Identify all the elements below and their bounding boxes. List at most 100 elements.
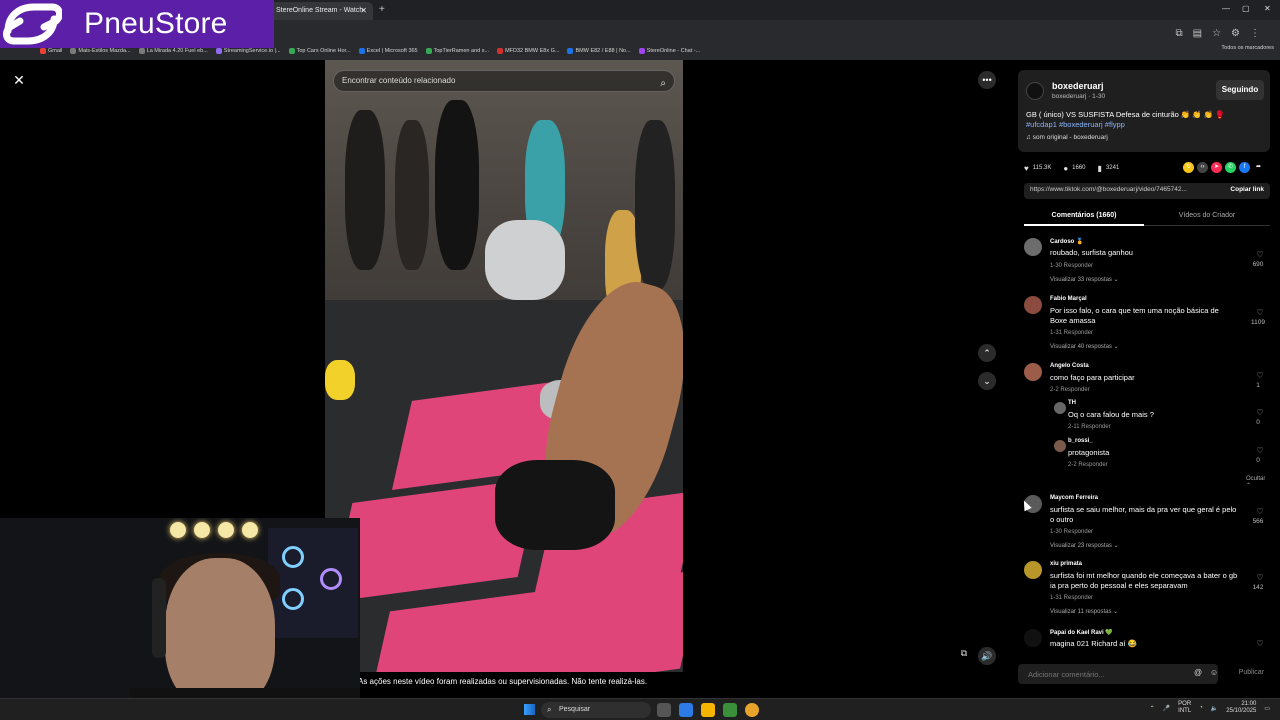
bookmark-icon[interactable]: ▮ [1098, 164, 1102, 173]
store-icon[interactable] [723, 703, 737, 717]
comment-meta[interactable]: 1-30 Responder [1050, 529, 1093, 535]
bookmark-item[interactable]: StereOnline - Chat -... [638, 45, 700, 57]
heart-icon[interactable]: ♡ [1250, 639, 1270, 648]
speaker-icon[interactable]: 🔈 [1211, 705, 1218, 712]
minimize-icon[interactable]: — [1222, 4, 1230, 13]
comment-input[interactable] [1018, 664, 1218, 684]
comment-username[interactable]: TH [1068, 400, 1076, 406]
comment-username[interactable]: Maycom Ferreira [1050, 495, 1098, 501]
tab-close-icon[interactable]: ✕ [360, 2, 367, 20]
picture-in-picture-icon[interactable]: ⧉ [957, 648, 971, 662]
facebook-icon[interactable]: f [1239, 162, 1250, 173]
avatar[interactable] [1054, 402, 1066, 414]
menu-icon[interactable]: ⋮ [1250, 28, 1260, 39]
bookmark-item[interactable]: MFD32 BMW E8x G... [497, 45, 559, 57]
heart-icon[interactable]: ♥ [1024, 164, 1029, 173]
whatsapp-icon[interactable]: ✆ [1225, 162, 1236, 173]
avatar[interactable] [1024, 296, 1042, 314]
send-icon[interactable]: ➤ [1211, 162, 1222, 173]
next-video-icon[interactable]: ⌄ [978, 372, 996, 390]
avatar[interactable] [1024, 363, 1042, 381]
previous-video-icon[interactable]: ⌃ [978, 344, 996, 362]
caption-hashtags[interactable]: #ufcdap1 #boxederuarj #flypp [1026, 120, 1125, 129]
comment-like-count: 0 [1256, 457, 1260, 464]
comment-like-count: 0 [1256, 419, 1260, 426]
bookmark-item[interactable]: BMW E82 / E88 | No... [567, 45, 631, 57]
view-replies[interactable]: Visualizar 40 respostas ⌄ [1050, 343, 1119, 350]
translate-icon[interactable]: ▤ [1193, 28, 1202, 39]
chevron-up-icon[interactable]: ⌃ [1150, 705, 1155, 712]
tab-comments[interactable]: Comentários (1660) [1024, 212, 1144, 219]
window-close-icon[interactable]: ✕ [1264, 4, 1271, 13]
task-view-icon[interactable] [657, 703, 671, 717]
emoji-icon[interactable]: ☺ [1210, 668, 1218, 677]
bookmark-item[interactable]: Excel | Microsoft 365 [358, 45, 418, 57]
all-bookmarks[interactable]: Todos os marcadores [1221, 45, 1274, 51]
bookmark-item[interactable]: Top Cars Online Hor... [288, 45, 351, 57]
comment-meta[interactable]: 2-2 Responder [1050, 387, 1090, 393]
star-icon[interactable]: ☆ [1212, 28, 1221, 39]
search-icon[interactable]: ⌕ [660, 74, 666, 94]
maximize-icon[interactable]: ▢ [1242, 4, 1250, 13]
publish-button[interactable]: Publicar [1239, 669, 1264, 676]
copy-link-button[interactable]: Copiar link [1230, 186, 1264, 193]
comment-meta[interactable]: 2-11 Responder [1068, 424, 1111, 430]
hide-replies[interactable]: Ocultar ⌃ [1246, 476, 1270, 489]
comment-username[interactable]: Angelo Costa [1050, 363, 1089, 369]
comment-meta[interactable]: 1-31 Responder [1050, 595, 1093, 601]
edge-icon[interactable] [679, 703, 693, 717]
comment-meta[interactable]: 1-30 Responder [1050, 263, 1093, 269]
windows-start-icon[interactable] [524, 704, 535, 715]
bookmark-item[interactable]: TopTierRamen and s... [425, 45, 489, 57]
view-replies[interactable]: Visualizar 23 respostas ⌄ [1050, 542, 1119, 549]
browser-tab-active[interactable]: StereOnline Stream - Watch Li... ✕ [268, 2, 373, 32]
mention-icon[interactable]: @ [1194, 668, 1202, 677]
video-player[interactable]: Encontrar conteúdo relacionado ⌕ [325, 60, 683, 672]
heart-icon[interactable]: ♡ [1250, 308, 1270, 317]
avatar[interactable] [1024, 238, 1042, 256]
avatar[interactable] [1024, 561, 1042, 579]
embed-icon[interactable]: ‹› [1197, 162, 1208, 173]
comment-username[interactable]: Papai do Kael Ravi 💚 [1050, 629, 1113, 636]
chrome-icon[interactable] [745, 703, 759, 717]
more-options-icon[interactable]: ••• [978, 71, 996, 89]
heart-icon[interactable]: ♡ [1250, 446, 1270, 455]
author-avatar[interactable] [1026, 82, 1044, 100]
cast-icon[interactable]: ⧉ [1175, 28, 1182, 39]
comment-username[interactable]: xiu primata [1050, 561, 1082, 567]
close-icon[interactable]: ✕ [10, 71, 28, 89]
wifi-icon[interactable]: ◔ [1199, 705, 1203, 711]
heart-icon[interactable]: ♡ [1250, 250, 1270, 259]
sound-link[interactable]: ♫ som original - boxederuarj [1026, 134, 1108, 141]
search-icon: ⌕ [547, 705, 552, 714]
comment-icon[interactable]: ● [1063, 164, 1068, 173]
comment-username[interactable]: Fabio Marçal [1050, 296, 1087, 302]
notification-icon[interactable]: ▭ [1264, 705, 1270, 712]
view-replies[interactable]: Visualizar 11 respostas ⌄ [1050, 608, 1118, 615]
tab-creator-videos[interactable]: Vídeos do Criador [1144, 212, 1270, 219]
comment-username[interactable]: Cardoso 🏅 [1050, 238, 1083, 245]
related-search-bar[interactable]: Encontrar conteúdo relacionado ⌕ [333, 70, 675, 92]
volume-icon[interactable]: 🔊 [978, 647, 996, 665]
heart-icon[interactable]: ♡ [1250, 371, 1270, 380]
heart-icon[interactable]: ♡ [1250, 573, 1270, 582]
avatar[interactable] [1054, 440, 1066, 452]
repost-icon[interactable]: ↻ [1183, 162, 1194, 173]
language-indicator[interactable]: POR INTL [1178, 701, 1191, 715]
following-button[interactable]: Seguindo [1216, 80, 1264, 100]
heart-icon[interactable]: ♡ [1250, 507, 1270, 516]
clock[interactable]: 21:00 25/10/2025 [1226, 701, 1256, 715]
heart-icon[interactable]: ♡ [1250, 408, 1270, 417]
extensions-icon[interactable]: ⚙ [1231, 28, 1240, 39]
share-arrow-icon[interactable]: ➦ [1253, 162, 1264, 173]
author-name[interactable]: boxederuarj [1052, 81, 1104, 91]
view-replies[interactable]: Visualizar 33 respostas ⌄ [1050, 276, 1119, 283]
mic-icon[interactable]: 🎤 [1163, 705, 1170, 712]
comment-meta[interactable]: 1-31 Responder [1050, 330, 1093, 336]
avatar[interactable] [1024, 629, 1042, 647]
comment-username[interactable]: b_rossi_ [1068, 438, 1093, 444]
file-explorer-icon[interactable] [701, 703, 715, 717]
new-tab-button[interactable]: + [379, 4, 385, 15]
taskbar-search[interactable]: ⌕ Pesquisar [541, 702, 651, 718]
comment-meta[interactable]: 2-2 Responder [1068, 462, 1108, 468]
